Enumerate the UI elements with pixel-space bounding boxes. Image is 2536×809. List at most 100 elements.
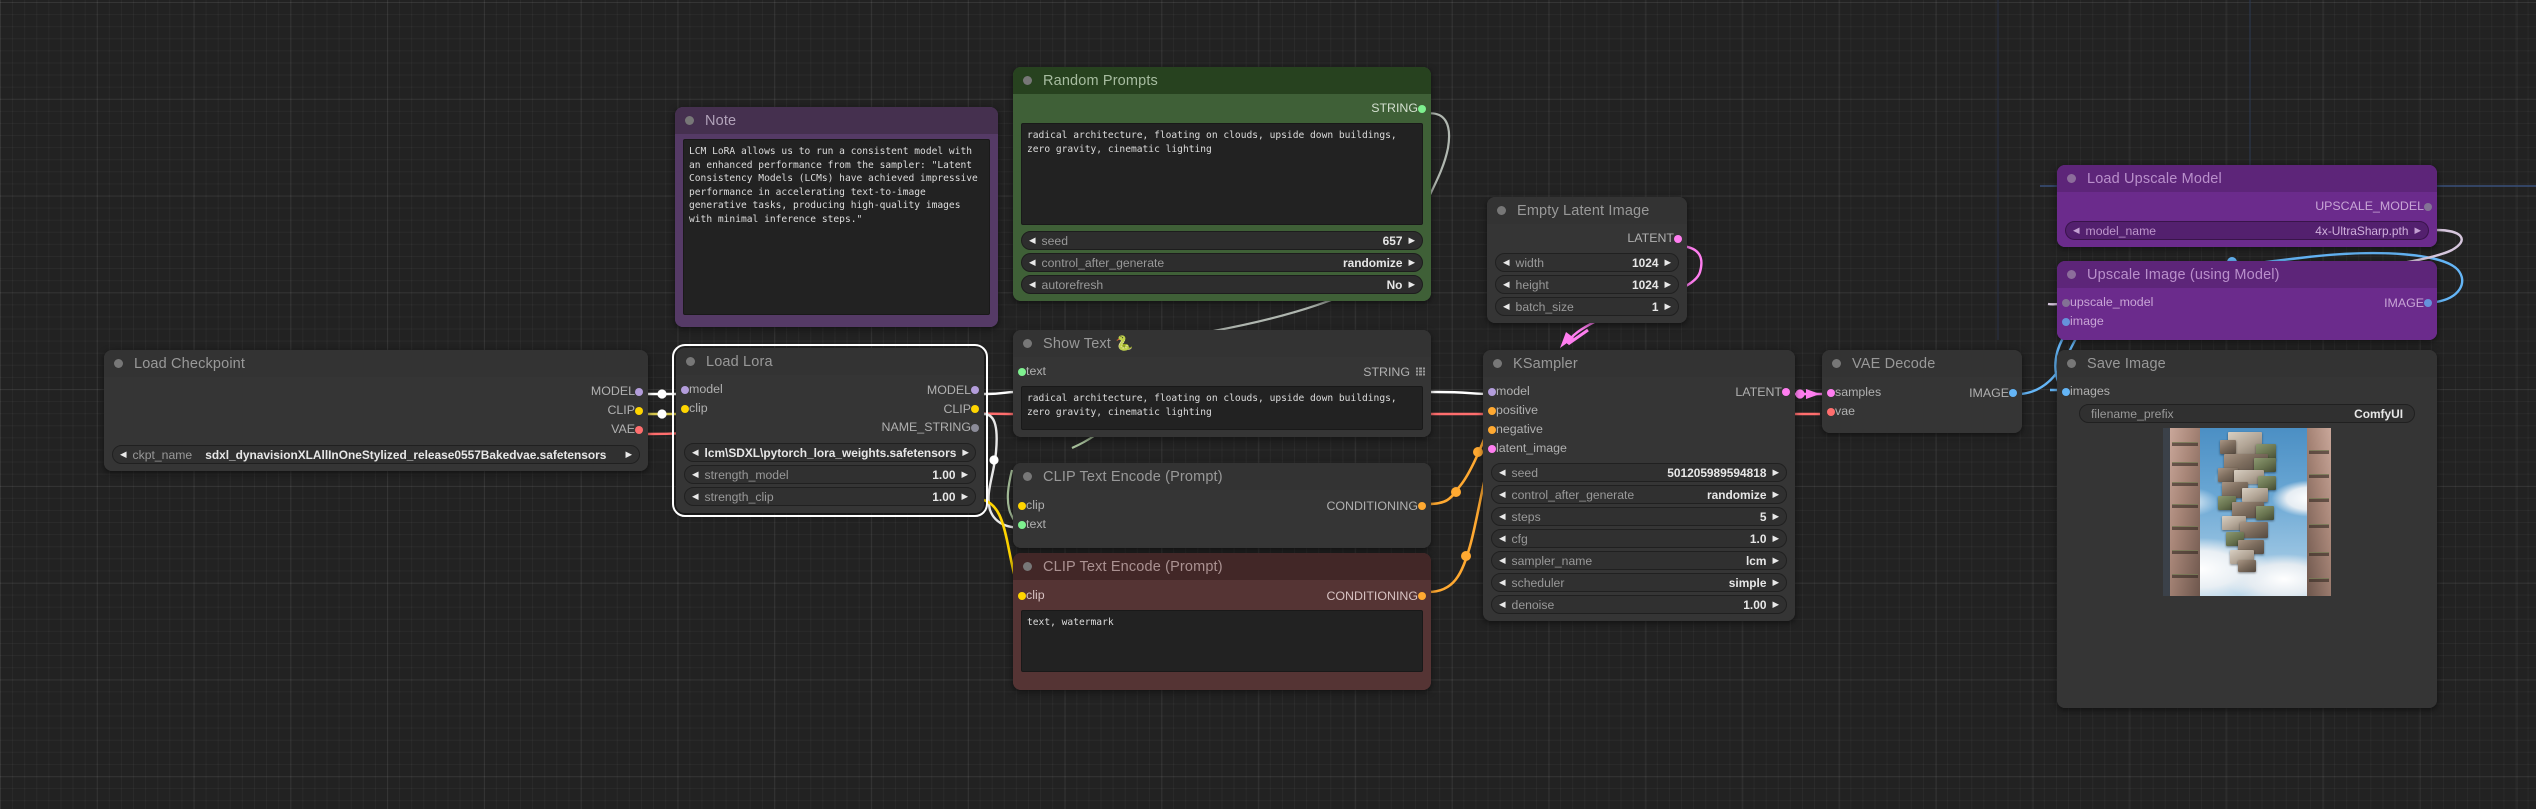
- output-slot-string[interactable]: STRING: [1013, 99, 1431, 118]
- output-slot-model[interactable]: MODEL: [104, 382, 648, 401]
- widget-denoise[interactable]: ◀ denoise 1.00 ▶: [1491, 595, 1787, 614]
- node-random-prompts[interactable]: Random Prompts STRING radical architectu…: [1013, 67, 1431, 301]
- collapse-dot-icon[interactable]: [114, 359, 123, 368]
- input-slot-text[interactable]: text STRING: [1013, 362, 1431, 381]
- node-upscale-image-using-model[interactable]: Upscale Image (using Model) upscale_mode…: [2057, 261, 2437, 340]
- port-dot-model-icon[interactable]: [635, 387, 643, 396]
- collapse-dot-icon[interactable]: [1023, 339, 1032, 348]
- widget-sampler-name[interactable]: ◀ sampler_name lcm ▶: [1491, 551, 1787, 570]
- node-title-bar[interactable]: Note: [675, 107, 998, 134]
- collapse-dot-icon[interactable]: [2067, 174, 2076, 183]
- increment-arrow-icon[interactable]: ▶: [1772, 578, 1779, 587]
- output-slot-upscale-model[interactable]: UPSCALE_MODEL: [2057, 197, 2437, 216]
- decrement-arrow-icon[interactable]: ◀: [1503, 258, 1510, 267]
- node-save-image[interactable]: Save Image images filename_prefix ComfyU…: [2057, 350, 2437, 708]
- port-dot-vae-icon[interactable]: [1827, 407, 1835, 416]
- input-slot-vae[interactable]: vae: [1822, 402, 2022, 421]
- output-slot-latent[interactable]: LATENT: [1487, 229, 1687, 248]
- increment-arrow-icon[interactable]: ▶: [1664, 258, 1671, 267]
- increment-arrow-icon[interactable]: ▶: [1772, 556, 1779, 565]
- node-show-text[interactable]: Show Text 🐍 text STRING radical architec…: [1013, 330, 1431, 437]
- port-dot-model-icon[interactable]: [1488, 387, 1496, 396]
- node-title-bar[interactable]: KSampler: [1483, 350, 1795, 377]
- port-dot-conditioning-icon[interactable]: [1418, 501, 1426, 510]
- node-load-checkpoint[interactable]: Load Checkpoint MODEL CLIP VAE ◀ ckpt_na…: [104, 350, 648, 471]
- input-slot-images[interactable]: images: [2057, 382, 2437, 401]
- node-vae-decode[interactable]: VAE Decode samples IMAGE vae: [1822, 350, 2022, 433]
- port-dot-latent-icon[interactable]: [1674, 234, 1682, 243]
- node-title-bar[interactable]: Load Upscale Model: [2057, 165, 2437, 192]
- increment-arrow-icon[interactable]: ▶: [2414, 226, 2421, 235]
- widget-width[interactable]: ◀ width 1024 ▶: [1495, 253, 1679, 272]
- port-dot-conditioning-icon[interactable]: [1418, 591, 1426, 600]
- node-title-bar[interactable]: Load Lora: [676, 348, 984, 375]
- port-dot-image-icon[interactable]: [2424, 298, 2432, 307]
- widget-batch-size[interactable]: ◀ batch_size 1 ▶: [1495, 297, 1679, 316]
- increment-arrow-icon[interactable]: ▶: [1772, 600, 1779, 609]
- port-dot-clip-out-icon[interactable]: [971, 404, 979, 413]
- collapse-dot-icon[interactable]: [1023, 562, 1032, 571]
- increment-arrow-icon[interactable]: ▶: [1772, 468, 1779, 477]
- input-slot-upscale-model[interactable]: upscale_model IMAGE: [2057, 293, 2437, 312]
- increment-arrow-icon[interactable]: ▶: [961, 492, 968, 501]
- port-dot-clip-icon[interactable]: [635, 406, 643, 415]
- collapse-dot-icon[interactable]: [1832, 359, 1841, 368]
- collapse-dot-icon[interactable]: [1023, 76, 1032, 85]
- collapse-dot-icon[interactable]: [2067, 359, 2076, 368]
- show-text-output[interactable]: radical architecture, floating on clouds…: [1021, 386, 1423, 430]
- node-clip-text-encode-positive[interactable]: CLIP Text Encode (Prompt) clip CONDITION…: [1013, 463, 1431, 548]
- collapse-dot-icon[interactable]: [685, 116, 694, 125]
- port-dot-clip-icon[interactable]: [681, 404, 689, 413]
- port-dot-image-in-icon[interactable]: [2062, 317, 2070, 326]
- decrement-arrow-icon[interactable]: ◀: [1499, 468, 1506, 477]
- decrement-arrow-icon[interactable]: ◀: [1029, 236, 1036, 245]
- increment-arrow-icon[interactable]: ▶: [962, 448, 969, 457]
- port-dot-upscale-model-icon[interactable]: [2424, 202, 2432, 211]
- image-preview[interactable]: [2163, 428, 2331, 596]
- node-title-bar[interactable]: CLIP Text Encode (Prompt): [1013, 553, 1431, 580]
- port-dot-latent-icon[interactable]: [1827, 388, 1835, 397]
- widget-cfg[interactable]: ◀ cfg 1.0 ▶: [1491, 529, 1787, 548]
- port-dot-string-icon[interactable]: [1018, 520, 1026, 529]
- input-slot-samples[interactable]: samples IMAGE: [1822, 383, 2022, 402]
- port-dot-conditioning-positive-icon[interactable]: [1488, 406, 1496, 415]
- node-title-bar[interactable]: Load Checkpoint: [104, 350, 648, 377]
- increment-arrow-icon[interactable]: ▶: [961, 470, 968, 479]
- decrement-arrow-icon[interactable]: ◀: [1499, 578, 1506, 587]
- increment-arrow-icon[interactable]: ▶: [1664, 302, 1671, 311]
- decrement-arrow-icon[interactable]: ◀: [1503, 280, 1510, 289]
- widget-ckpt-name[interactable]: ◀ ckpt_name sdxl_dynavisionXLAllInOneSty…: [112, 445, 640, 464]
- port-dot-clip-icon[interactable]: [1018, 501, 1026, 510]
- widget-strength-clip[interactable]: ◀ strength_clip 1.00 ▶: [684, 487, 976, 506]
- negative-prompt-textarea[interactable]: text, watermark: [1021, 610, 1423, 672]
- port-dot-model-out-icon[interactable]: [971, 385, 979, 394]
- port-dot-vae-icon[interactable]: [635, 425, 643, 434]
- collapse-dot-icon[interactable]: [686, 357, 695, 366]
- node-title-bar[interactable]: Save Image: [2057, 350, 2437, 377]
- port-dot-model-icon[interactable]: [681, 385, 689, 394]
- collapse-dot-icon[interactable]: [1023, 472, 1032, 481]
- decrement-arrow-icon[interactable]: ◀: [692, 470, 699, 479]
- port-dot-latent-icon[interactable]: [1782, 387, 1790, 396]
- decrement-arrow-icon[interactable]: ◀: [1499, 534, 1506, 543]
- input-slot-clip[interactable]: clip CONDITIONING: [1013, 496, 1431, 515]
- widget-control-after-generate[interactable]: ◀ control_after_generate randomize ▶: [1021, 253, 1423, 272]
- collapse-dot-icon[interactable]: [1497, 206, 1506, 215]
- widget-strength-model[interactable]: ◀ strength_model 1.00 ▶: [684, 465, 976, 484]
- output-slot-clip[interactable]: CLIP: [104, 401, 648, 420]
- port-dot-upscale-model-icon[interactable]: [2062, 298, 2070, 307]
- input-slot-image[interactable]: image: [2057, 312, 2437, 331]
- widget-scheduler[interactable]: ◀ scheduler simple ▶: [1491, 573, 1787, 592]
- input-slot-negative[interactable]: negative: [1483, 420, 1795, 439]
- input-slot-text[interactable]: text: [1013, 515, 1431, 534]
- increment-arrow-icon[interactable]: ▶: [1772, 512, 1779, 521]
- widget-control-after-generate[interactable]: ◀ control_after_generate randomize ▶: [1491, 485, 1787, 504]
- port-dot-name-string-icon[interactable]: [971, 423, 979, 432]
- decrement-arrow-icon[interactable]: ◀: [692, 448, 699, 457]
- node-load-lora[interactable]: Load Lora model MODEL clip CLIP NAME_STR…: [672, 344, 988, 517]
- decrement-arrow-icon[interactable]: ◀: [1029, 258, 1036, 267]
- collapse-dot-icon[interactable]: [1493, 359, 1502, 368]
- node-title-bar[interactable]: VAE Decode: [1822, 350, 2022, 377]
- collapse-dot-icon[interactable]: [2067, 270, 2076, 279]
- increment-arrow-icon[interactable]: ▶: [1664, 280, 1671, 289]
